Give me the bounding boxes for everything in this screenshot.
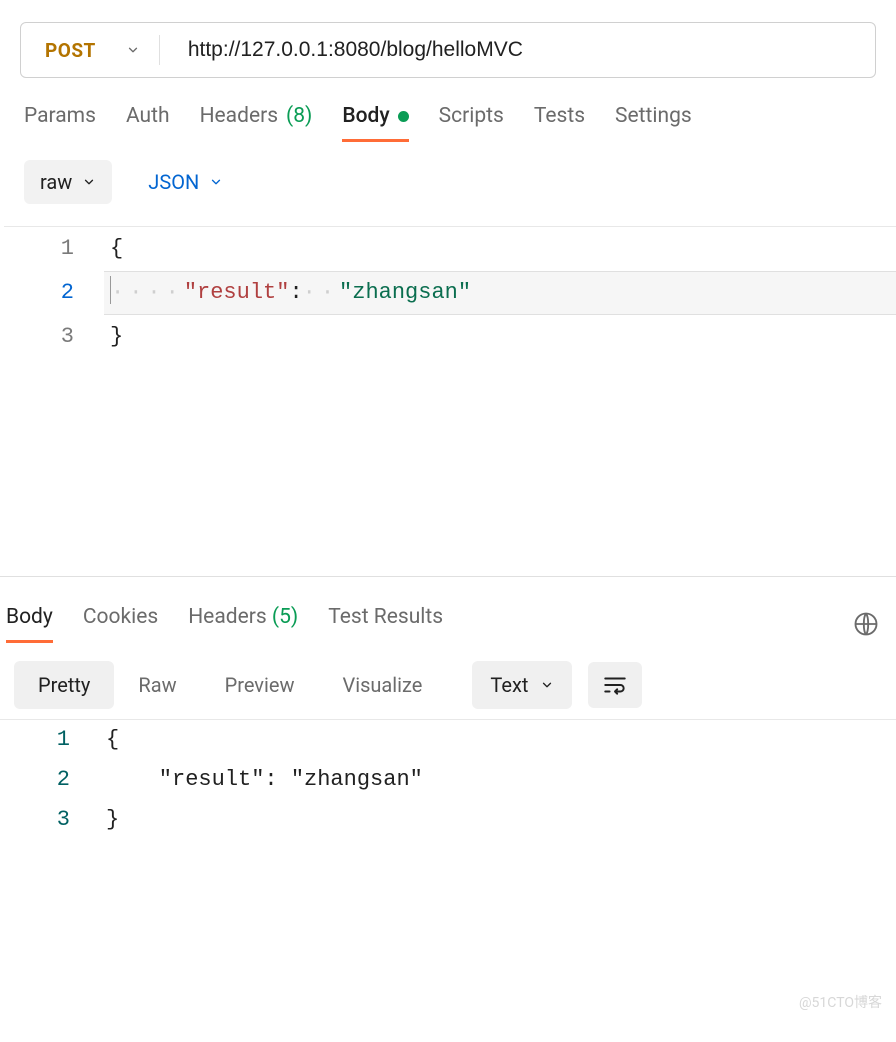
http-method-select[interactable]: POST — [21, 23, 160, 77]
resp-line: 1 { — [0, 720, 896, 760]
resp-line: 2 "result": "zhangsan" — [0, 760, 896, 800]
body-controls: raw JSON — [0, 142, 896, 214]
editor-line: 1 { — [4, 227, 896, 271]
tab-params[interactable]: Params — [24, 104, 96, 142]
code-content: { — [100, 720, 896, 760]
code-content: } — [100, 800, 896, 840]
view-tab-preview[interactable]: Preview — [201, 661, 319, 709]
chevron-down-icon — [82, 175, 96, 189]
tab-auth[interactable]: Auth — [126, 104, 170, 142]
view-tab-pretty[interactable]: Pretty — [14, 661, 114, 709]
tab-scripts[interactable]: Scripts — [439, 104, 504, 142]
request-body-editor[interactable]: 1 { 2 ····"result":··"zhangsan" 3 } — [4, 226, 896, 576]
body-type-select[interactable]: raw — [24, 160, 112, 204]
chevron-down-icon — [540, 678, 554, 692]
tab-body[interactable]: Body — [342, 104, 408, 142]
request-bar: POST — [20, 22, 876, 78]
body-type-label: raw — [40, 170, 72, 194]
code-content: } — [104, 315, 896, 359]
editor-line: 3 } — [4, 315, 896, 359]
watermark: @51CTO博客 — [799, 992, 882, 1012]
response-panel: Body Cookies Headers (5) Test Results Pr… — [0, 576, 896, 840]
view-mode-tabs: Pretty Raw Preview Visualize — [14, 661, 446, 709]
tab-settings[interactable]: Settings — [615, 104, 692, 142]
chevron-down-icon — [126, 43, 140, 57]
resp-tab-test-results[interactable]: Test Results — [328, 605, 443, 643]
tab-tests[interactable]: Tests — [534, 104, 585, 142]
headers-count: (8) — [286, 104, 312, 128]
line-number: 1 — [4, 227, 104, 271]
code-content: ····"result":··"zhangsan" — [104, 271, 896, 315]
code-content: "result": "zhangsan" — [100, 760, 896, 800]
wrap-lines-button[interactable] — [588, 662, 642, 708]
resp-tab-cookies[interactable]: Cookies — [83, 605, 158, 643]
line-number: 2 — [4, 271, 104, 315]
http-method-label: POST — [45, 39, 96, 62]
response-format-select[interactable]: Text — [472, 661, 572, 709]
body-modified-indicator — [398, 111, 409, 122]
response-body-viewer[interactable]: 1 { 2 "result": "zhangsan" 3 } — [0, 719, 896, 840]
line-number: 3 — [0, 800, 100, 840]
resp-headers-count: (5) — [272, 605, 298, 629]
tab-headers[interactable]: Headers (8) — [200, 104, 313, 142]
url-input[interactable] — [160, 23, 875, 77]
view-tab-visualize[interactable]: Visualize — [318, 661, 446, 709]
response-tabs: Body Cookies Headers (5) Test Results — [0, 583, 896, 643]
response-view-controls: Pretty Raw Preview Visualize Text — [0, 643, 896, 709]
code-content: { — [104, 227, 896, 271]
line-number: 2 — [0, 760, 100, 800]
resp-line: 3 } — [0, 800, 896, 840]
view-tab-raw[interactable]: Raw — [114, 661, 200, 709]
chevron-down-icon — [209, 175, 223, 189]
editor-line: 2 ····"result":··"zhangsan" — [4, 271, 896, 315]
body-format-select[interactable]: JSON — [132, 160, 239, 204]
resp-tab-body[interactable]: Body — [6, 605, 53, 643]
resp-tab-headers[interactable]: Headers (5) — [188, 605, 298, 643]
globe-icon[interactable] — [852, 610, 880, 638]
request-tabs: Params Auth Headers (8) Body Scripts Tes… — [0, 78, 896, 142]
line-number: 3 — [4, 315, 104, 359]
line-number: 1 — [0, 720, 100, 760]
response-format-label: Text — [490, 673, 528, 697]
body-format-label: JSON — [148, 170, 199, 194]
